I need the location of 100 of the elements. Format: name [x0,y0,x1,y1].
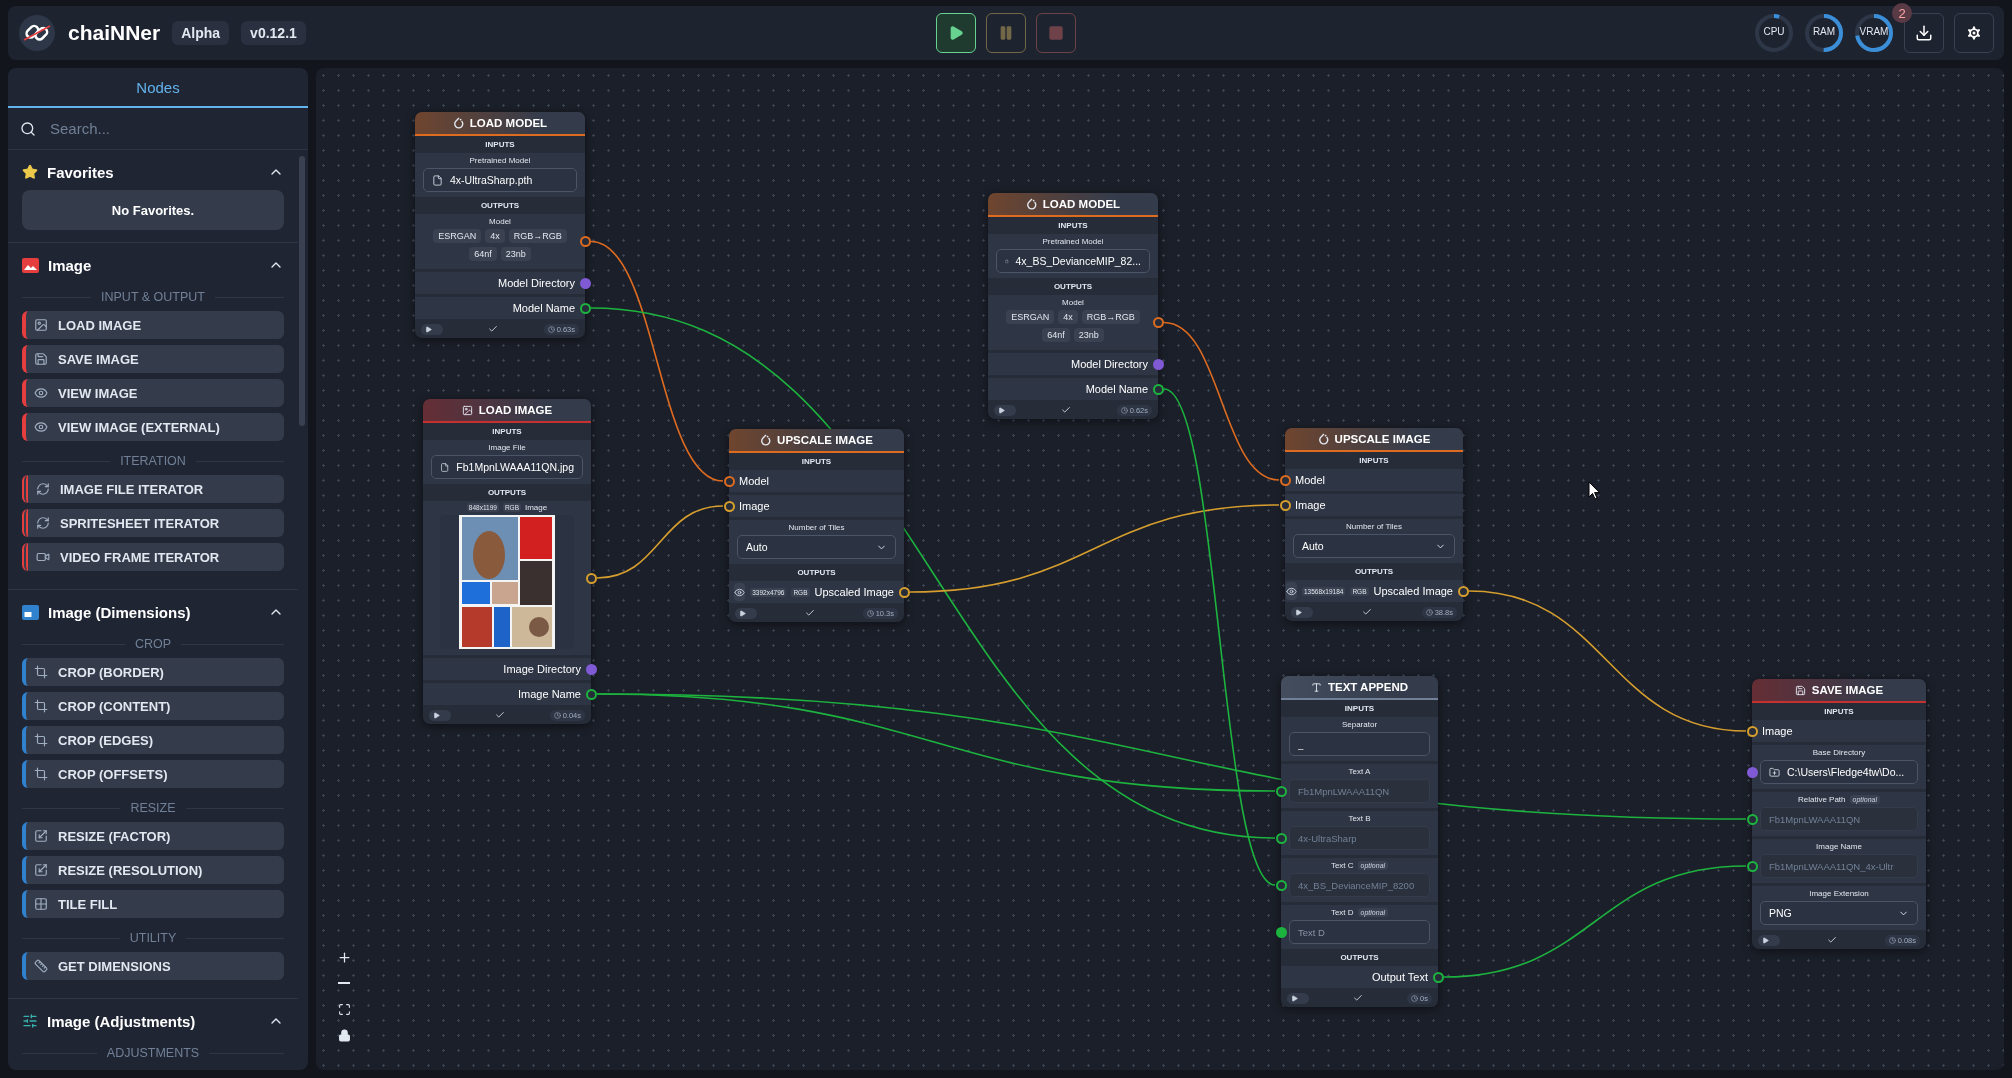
eye-icon [34,420,48,434]
run-toggle[interactable] [1291,606,1313,618]
grid-icon [34,897,48,911]
connection-wire[interactable] [1163,388,1276,886]
node-item[interactable]: CROP (EDGES) [22,726,284,754]
node-item[interactable]: GET DIMENSIONS [22,952,284,980]
search-field[interactable]: Search... [48,119,296,138]
run-toggle[interactable] [1758,934,1780,946]
category-header[interactable]: Image (Adjustments) [22,1003,284,1039]
node-item[interactable]: CROP (BORDER) [22,658,284,686]
port-handle[interactable] [579,236,591,247]
app-name: chaiNNer [68,21,161,45]
run-toggle[interactable] [421,323,443,335]
node-item[interactable]: RESIZE (RESOLUTION) [22,856,284,884]
section-header: INPUTS [1057,220,1089,231]
port-handle[interactable] [1152,358,1164,370]
category-header[interactable]: Favorites [22,154,284,190]
node-item[interactable]: SAVE IMAGE [22,345,284,373]
connection-wire[interactable] [596,505,724,579]
eye-button[interactable] [734,583,746,601]
node-item[interactable]: LOAD IMAGE [22,311,284,339]
file-field[interactable]: C:\Users\Fledge4tw\Do... [1760,760,1918,784]
port-handle[interactable] [1152,383,1164,395]
run-toggle[interactable] [1287,992,1309,1004]
node-item[interactable]: VIEW IMAGE [22,379,284,407]
file-field[interactable]: 4x_BS_DevianceMIP_82... [996,249,1150,273]
run-toggle[interactable] [994,404,1016,416]
port-handle[interactable] [1279,499,1291,511]
node-item[interactable]: VIDEO FRAME ITERATOR [22,543,284,571]
section-header: OUTPUTS [486,487,528,498]
scrollbar[interactable] [299,156,305,426]
port-handle[interactable] [1457,585,1469,597]
play-icon [998,406,1005,414]
node-title: LOAD MODEL [469,117,548,129]
node-item[interactable]: CROP (OFFSETS) [22,760,284,788]
node-item[interactable]: RESIZE (FACTOR) [22,822,284,850]
category-header[interactable]: Image (Dimensions) [22,594,284,630]
gauge-label: VRAM [1858,26,1890,37]
connection-wire[interactable] [909,504,1280,593]
port-handle[interactable] [585,572,597,584]
group-heading: UTILITY [22,924,284,952]
port-handle[interactable] [1152,317,1164,328]
output-label: Output Text [1371,971,1428,983]
node-item[interactable]: TILE FILL [22,890,284,918]
crop-icon [34,767,48,781]
run-toggle[interactable] [429,709,451,721]
select-field[interactable]: Auto [1293,534,1455,558]
connection-wire[interactable] [1163,321,1280,481]
play-icon [1295,608,1302,616]
port-handle[interactable] [585,663,597,675]
category-header[interactable]: Image [22,247,284,283]
output-label: Model [1061,298,1085,307]
file-field[interactable]: Fb1MpnLWAAA11QN.jpg [431,455,583,479]
connection-wire[interactable] [590,240,724,482]
sidebar-tab[interactable]: Nodes [8,68,308,108]
cycle-icon [36,516,50,530]
node-canvas[interactable] [316,68,2004,1070]
eye-button[interactable] [1286,582,1297,600]
save-icon [34,352,48,366]
run-toggle[interactable] [735,607,757,619]
section-header: INPUTS [484,139,516,150]
port-handle[interactable] [723,475,735,487]
output-label: Image Directory [503,663,581,675]
port-handle[interactable] [579,277,591,289]
model-tag: 64nf [1042,328,1070,342]
play-button[interactable] [936,13,976,53]
text-field[interactable]: Text D [1289,920,1430,944]
empty-message: No Favorites. [22,190,284,230]
group-heading: RESIZE [22,794,284,822]
settings-button[interactable] [1954,13,1994,53]
save-icon [1794,684,1806,696]
select-field[interactable]: PNG [1760,901,1918,925]
port-handle[interactable] [1275,926,1287,938]
file-icon [440,461,450,473]
text-field[interactable]: _ [1289,732,1430,756]
model-tag: RGB→RGB [508,229,567,243]
field-label: Image Extension [1808,889,1870,898]
logo-icon [18,14,56,52]
section-header: INPUTS [800,456,833,467]
port-handle[interactable] [723,500,735,512]
node-item[interactable]: IMAGE FILE ITERATOR [22,475,284,503]
cycle-icon [36,482,50,496]
port-handle[interactable] [579,302,591,314]
port-handle[interactable] [1432,971,1444,983]
port-handle[interactable] [898,586,910,598]
port-handle[interactable] [1746,725,1758,737]
port-handle[interactable] [1746,766,1758,778]
field-label: Text B [1348,814,1371,823]
group-heading: ITERATION [22,447,284,475]
file-field[interactable]: 4x-UltraSharp.pth [423,168,577,192]
port-handle[interactable] [585,688,597,700]
check-icon [488,324,499,334]
node-item[interactable]: VIEW IMAGE (EXTERNAL) [22,413,284,441]
node-item[interactable]: SPRITESHEET ITERATOR [22,509,284,537]
model-tag: 64nf [469,247,497,261]
port-handle[interactable] [1279,474,1291,486]
node-item[interactable]: CROP (CONTENT) [22,692,284,720]
select-field[interactable]: Auto [737,535,896,559]
crop-icon [34,733,48,747]
clock-icon [547,325,555,333]
